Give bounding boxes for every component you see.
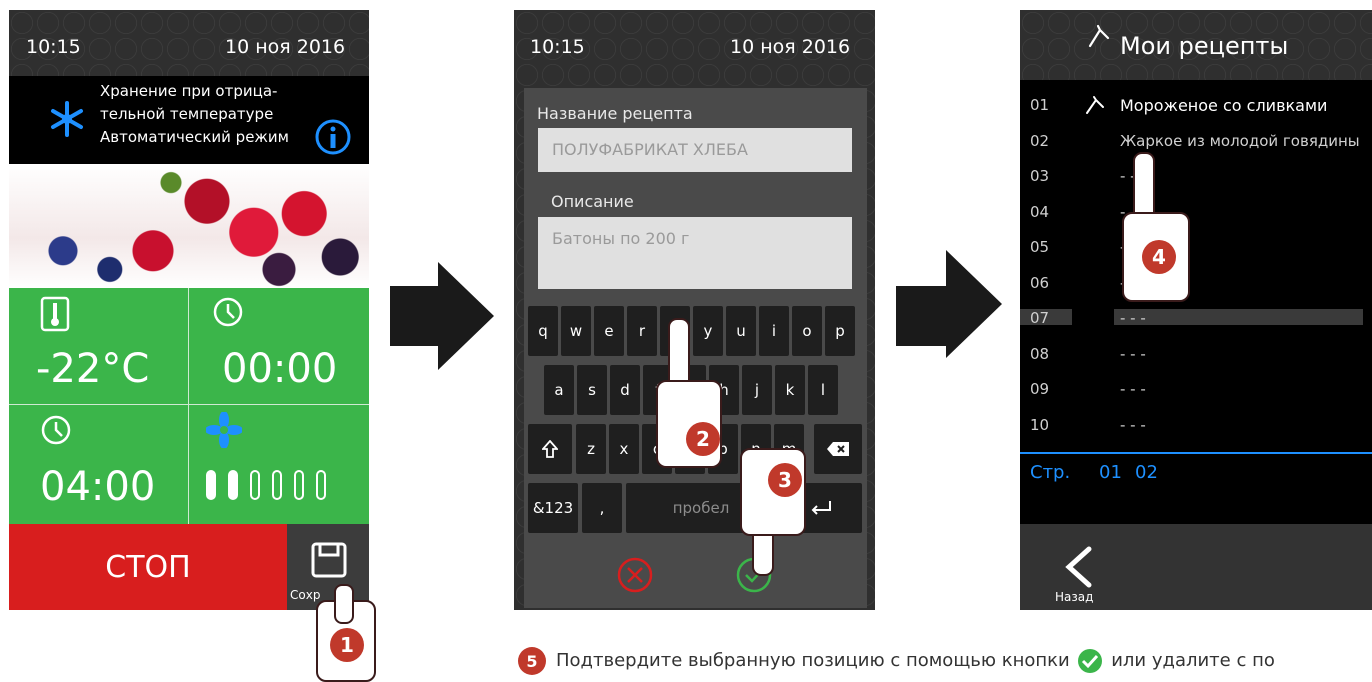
- recipe-row-number: 10: [1030, 415, 1050, 434]
- enter-icon: [811, 501, 831, 515]
- mode-line-3: Автоматический режим: [100, 128, 290, 146]
- timer-value-2[interactable]: 04:00: [40, 464, 155, 510]
- mode-description: Хранение при отрица- тельной температуре…: [100, 80, 289, 149]
- recipe-row-number: 09: [1030, 380, 1050, 398]
- recipe-row-name[interactable]: Жаркое из молодой говядины: [1120, 132, 1360, 150]
- page-link-2[interactable]: 02: [1135, 462, 1158, 483]
- key-e[interactable]: e: [594, 306, 624, 356]
- step-badge-3: 3: [768, 463, 802, 497]
- caption-text-2: или удалите с по: [1111, 650, 1275, 671]
- thermometer-icon: [40, 296, 70, 332]
- flow-arrow: [390, 286, 440, 346]
- key-x[interactable]: x: [609, 424, 639, 474]
- recipe-name-label: Название рецепта: [537, 104, 693, 123]
- comma-key[interactable]: ,: [582, 483, 622, 533]
- recipe-row-number: 03: [1030, 167, 1050, 185]
- date-display: 10 ноя 2016: [730, 36, 851, 58]
- page-link-1[interactable]: 01: [1099, 462, 1122, 483]
- back-label[interactable]: Назад: [1055, 590, 1093, 604]
- recipe-row-name[interactable]: Мороженое со сливками: [1120, 96, 1327, 115]
- shift-arrow-icon: [542, 440, 558, 458]
- key-p[interactable]: p: [825, 306, 855, 356]
- key-u[interactable]: u: [726, 306, 756, 356]
- key-o[interactable]: o: [792, 306, 822, 356]
- fan-level-bar-off: [272, 470, 282, 500]
- page-label: Стр.: [1030, 462, 1071, 483]
- flow-arrow: [896, 286, 948, 346]
- list-divider: [1020, 452, 1372, 454]
- clock-icon: [213, 297, 243, 327]
- key-l[interactable]: l: [808, 365, 838, 415]
- save-label: Сохр: [290, 588, 321, 602]
- footer-caption: Подтвердите выбранную позицию с помощью …: [556, 648, 1275, 674]
- step-badge-1: 1: [330, 628, 364, 662]
- key-d[interactable]: d: [610, 365, 640, 415]
- arrow-right-icon: [438, 262, 494, 370]
- key-a[interactable]: a: [544, 365, 574, 415]
- recipe-row-number: 07: [1030, 309, 1050, 327]
- mode-line-1: Хранение при отрица-: [100, 82, 278, 100]
- backspace-key[interactable]: [814, 424, 862, 474]
- description-field[interactable]: Батоны по 200 г: [538, 217, 852, 289]
- snowflake-icon: [51, 101, 83, 137]
- recipe-row-number: 02: [1030, 131, 1050, 150]
- step-badge-5: 5: [518, 647, 546, 675]
- chevron-left-icon[interactable]: [1063, 545, 1093, 589]
- fan-icon: [206, 412, 242, 448]
- timer-value-1[interactable]: 00:00: [222, 346, 337, 392]
- product-image: [9, 164, 369, 288]
- floppy-disk-icon: [311, 542, 347, 578]
- grid-divider: [188, 288, 189, 524]
- fan-level-bar-off: [316, 470, 326, 500]
- recipe-row-number: 06: [1030, 273, 1050, 292]
- stop-button[interactable]: СТОП: [9, 524, 287, 610]
- caption-text-1: Подтвердите выбранную позицию с помощью …: [556, 650, 1070, 671]
- touch-finger-1: [334, 584, 354, 624]
- stop-label: СТОП: [105, 549, 191, 585]
- fan-level-bar-on: [228, 470, 238, 500]
- key-z[interactable]: z: [576, 424, 606, 474]
- key-q[interactable]: q: [528, 306, 558, 356]
- key-w[interactable]: w: [561, 306, 591, 356]
- recipe-row-number: 01: [1030, 96, 1050, 114]
- confirm-check-icon: [1078, 649, 1103, 673]
- fan-speed-indicator[interactable]: [206, 468, 346, 504]
- recipe-hat-icon: [1088, 24, 1110, 48]
- fan-level-bar-on: [206, 470, 216, 500]
- recipe-row-name[interactable]: - - -: [1120, 416, 1146, 434]
- arrow-right-icon: [946, 250, 1002, 358]
- key-s[interactable]: s: [577, 365, 607, 415]
- grid-divider: [9, 404, 369, 405]
- recipe-row-number: 05: [1030, 238, 1050, 256]
- mode-line-2: тельной температуре: [100, 105, 274, 123]
- cancel-icon[interactable]: [615, 555, 655, 595]
- recipe-row-number: 08: [1030, 344, 1050, 363]
- page-title: Мои рецепты: [1120, 32, 1289, 60]
- temperature-value[interactable]: -22°C: [36, 346, 149, 392]
- recipe-row-name[interactable]: - - -: [1120, 345, 1146, 363]
- recipe-row-name[interactable]: - - -: [1120, 309, 1146, 327]
- backspace-icon: [827, 442, 849, 456]
- key-k[interactable]: k: [775, 365, 805, 415]
- recipe-rows: 01 Мороженое со сливками 02 Жаркое из молод…: [1030, 96, 1360, 436]
- info-icon[interactable]: [314, 118, 352, 156]
- recipe-name-field[interactable]: ПОЛУФАБРИКАТ ХЛЕБА: [538, 128, 852, 172]
- description-label: Описание: [551, 192, 634, 211]
- clock-time: 10:15: [530, 36, 585, 58]
- step-badge-4: 4: [1142, 240, 1176, 274]
- clock-icon: [41, 415, 71, 445]
- date-display: 10 ноя 2016: [225, 36, 346, 58]
- clock-time: 10:15: [26, 36, 81, 58]
- fan-level-bar-off: [250, 470, 260, 500]
- shift-key[interactable]: [528, 424, 572, 474]
- recipe-row-number: 04: [1030, 202, 1050, 221]
- key-j[interactable]: j: [742, 365, 772, 415]
- numbers-key[interactable]: &123: [528, 483, 578, 533]
- key-r[interactable]: r: [627, 306, 657, 356]
- step-badge-2: 2: [686, 422, 720, 456]
- fan-level-bar-off: [294, 470, 304, 500]
- key-i[interactable]: i: [759, 306, 789, 356]
- recipe-row-name[interactable]: - - -: [1120, 380, 1146, 398]
- key-y[interactable]: y: [693, 306, 723, 356]
